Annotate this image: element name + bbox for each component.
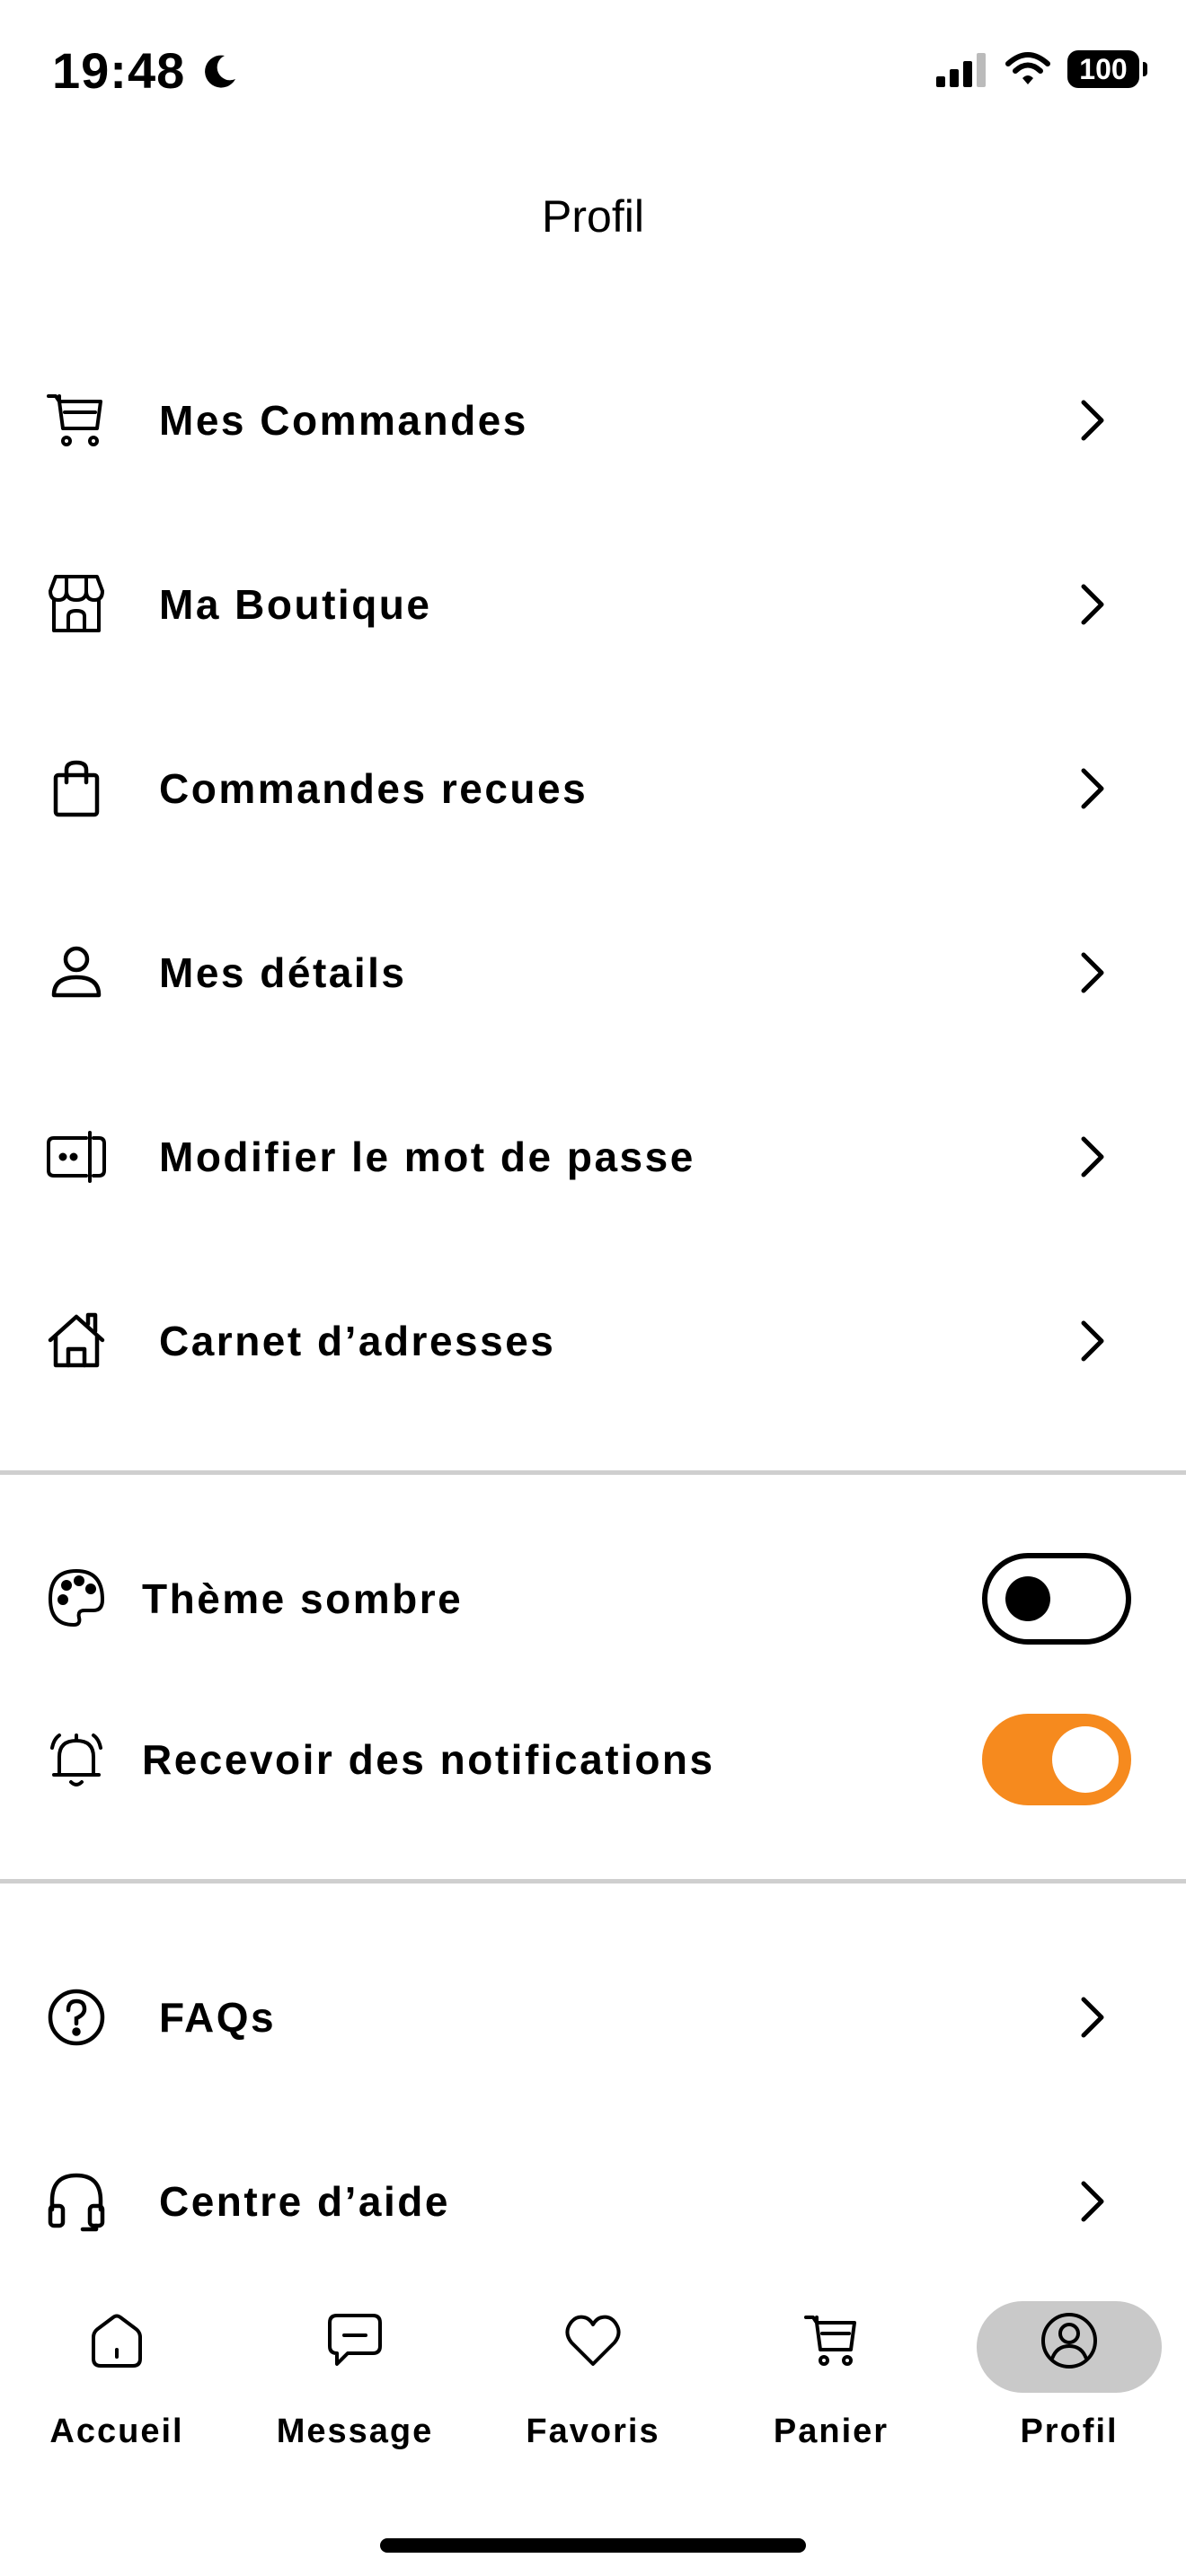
home-address-icon <box>45 1310 108 1372</box>
menu-item-label: Centre d’aide <box>159 2178 450 2225</box>
section-divider <box>0 1879 1186 1883</box>
menu-item-label: Ma Boutique <box>159 581 432 628</box>
signal-icon <box>934 51 988 87</box>
wifi-icon <box>1005 51 1051 87</box>
bottom-tab-bar: Accueil Message Favoris Panier Profil <box>0 2289 1186 2468</box>
menu-item-mes-commandes[interactable]: Mes Commandes <box>0 353 1186 488</box>
chevron-right-icon <box>1069 581 1116 628</box>
notifications-toggle[interactable] <box>982 1714 1131 1805</box>
chevron-right-icon <box>1069 1994 1116 2041</box>
message-icon <box>324 2310 385 2371</box>
menu-item-ma-boutique[interactable]: Ma Boutique <box>0 537 1186 672</box>
shopping-bag-icon <box>45 757 108 820</box>
menu-item-label: Mes Commandes <box>159 397 528 444</box>
menu-item-label: FAQs <box>159 1994 277 2041</box>
tab-label: Message <box>276 2413 434 2450</box>
tab-message[interactable]: Message <box>256 2289 454 2468</box>
menu-item-faqs[interactable]: FAQs <box>0 1950 1186 2085</box>
headset-icon <box>45 2170 108 2233</box>
setting-notifications: Recevoir des notifications <box>0 1692 1186 1827</box>
battery-indicator: 100 <box>1067 50 1147 88</box>
cart-icon <box>45 389 108 452</box>
moon-icon <box>199 52 239 92</box>
tab-label: Profil <box>1020 2413 1119 2450</box>
home-indicator <box>380 2538 806 2553</box>
setting-label: Recevoir des notifications <box>142 1736 715 1783</box>
menu-item-carnet-adresses[interactable]: Carnet d’adresses <box>0 1274 1186 1408</box>
tab-accueil[interactable]: Accueil <box>18 2289 216 2468</box>
toggle-knob <box>1005 1576 1050 1621</box>
setting-label: Thème sombre <box>142 1575 464 1622</box>
password-icon <box>45 1125 108 1188</box>
store-icon <box>45 573 108 636</box>
question-icon <box>45 1986 108 2049</box>
setting-theme-sombre: Thème sombre <box>0 1531 1186 1666</box>
status-time: 19:48 <box>52 42 186 99</box>
chevron-right-icon <box>1069 397 1116 444</box>
dark-theme-toggle[interactable] <box>982 1553 1131 1645</box>
page-title: Profil <box>542 191 644 242</box>
profile-icon <box>1039 2310 1100 2371</box>
chevron-right-icon <box>1069 949 1116 996</box>
menu-item-centre-aide[interactable]: Centre d’aide <box>0 2134 1186 2269</box>
menu-item-label: Mes détails <box>159 949 407 996</box>
palette-icon <box>45 1567 108 1630</box>
tab-favoris[interactable]: Favoris <box>494 2289 692 2468</box>
chevron-right-icon <box>1069 1134 1116 1180</box>
menu-item-label: Commandes recues <box>159 765 589 812</box>
menu-item-modifier-mot-de-passe[interactable]: Modifier le mot de passe <box>0 1090 1186 1224</box>
chevron-right-icon <box>1069 2178 1116 2225</box>
cart-icon <box>801 2310 862 2371</box>
bell-icon <box>45 1728 108 1791</box>
status-icons: 100 <box>934 50 1147 88</box>
heart-icon <box>562 2310 624 2371</box>
menu-item-label: Carnet d’adresses <box>159 1318 556 1364</box>
menu-item-commandes-recues[interactable]: Commandes recues <box>0 721 1186 856</box>
menu-item-label: Modifier le mot de passe <box>159 1134 695 1180</box>
tab-label: Accueil <box>49 2413 184 2450</box>
user-icon <box>45 941 108 1004</box>
section-divider <box>0 1470 1186 1475</box>
home-icon <box>86 2310 147 2371</box>
chevron-right-icon <box>1069 765 1116 812</box>
tab-label: Panier <box>773 2413 890 2450</box>
tab-label: Favoris <box>526 2413 660 2450</box>
chevron-right-icon <box>1069 1318 1116 1364</box>
tab-panier[interactable]: Panier <box>732 2289 930 2468</box>
menu-item-mes-details[interactable]: Mes détails <box>0 905 1186 1040</box>
tab-profil[interactable]: Profil <box>970 2289 1168 2468</box>
toggle-knob <box>1052 1726 1119 1793</box>
